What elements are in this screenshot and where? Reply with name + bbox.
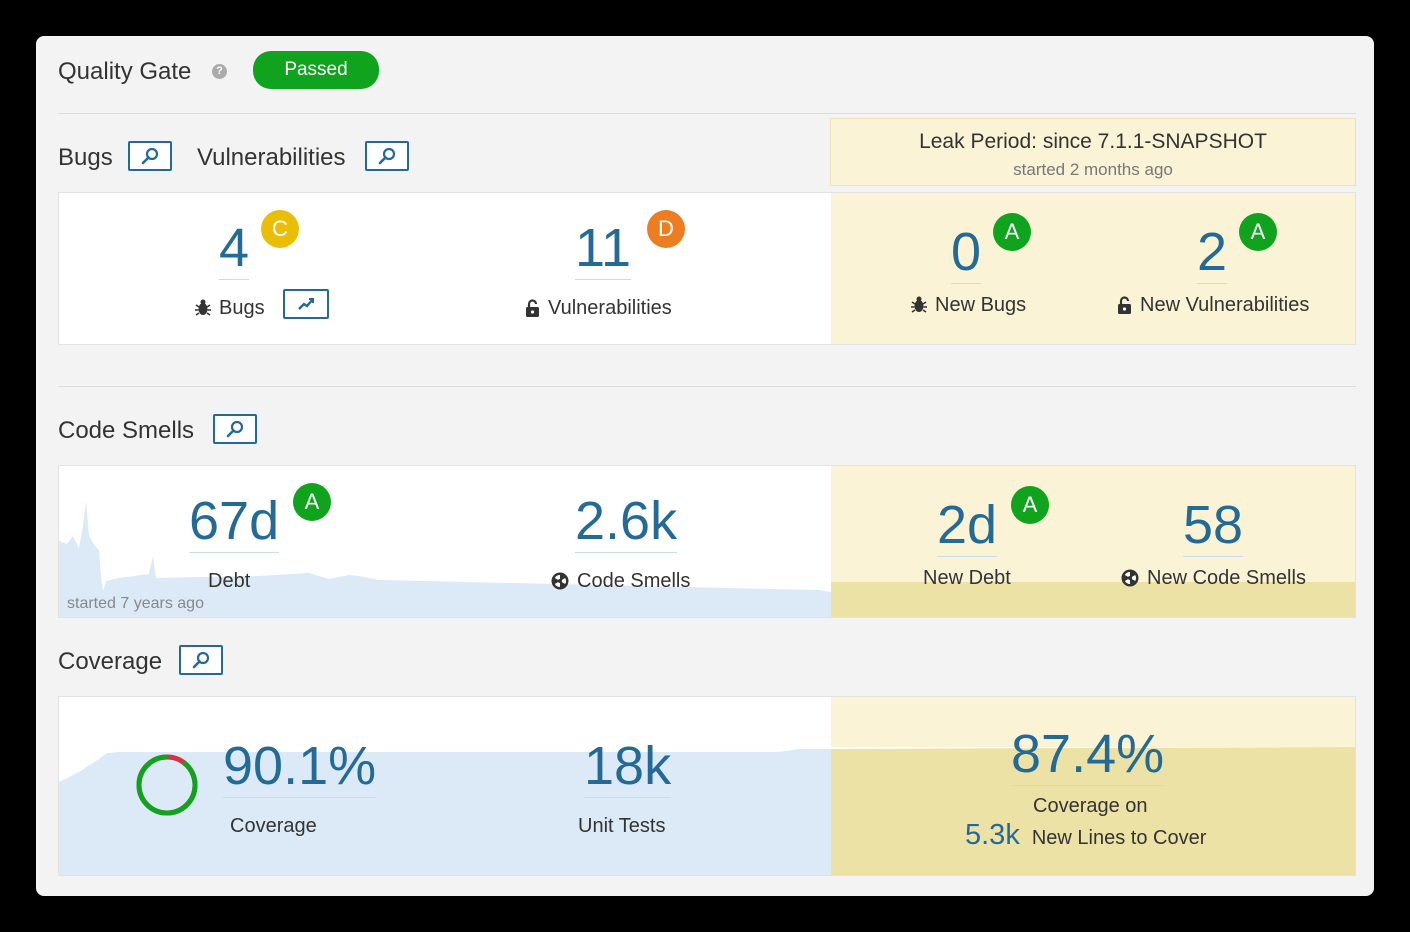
quality-gate-title: Quality Gate <box>58 58 192 85</box>
debt-value[interactable]: 67d <box>189 494 280 553</box>
covered-arc <box>136 754 198 816</box>
leak-period-subtitle: started 2 months ago <box>1013 160 1173 179</box>
new-code-smells-label: New Code Smells <box>1121 567 1306 590</box>
leak-period-title: Leak Period: since 7.1.1-SNAPSHOT <box>919 130 1267 153</box>
new-debt-label: New Debt <box>923 567 1011 589</box>
bugs-drilldown-button[interactable] <box>128 141 172 171</box>
bugs-label: Bugs <box>195 297 265 320</box>
code-smells-label: Code Smells <box>551 570 690 593</box>
new-vulnerabilities-rating-badge[interactable]: A <box>1239 213 1277 251</box>
divider <box>58 113 1356 114</box>
help-icon[interactable]: ? <box>212 64 227 79</box>
code-smells-card: started 7 years ago 67d A Debt 2.6k Code… <box>58 465 1356 618</box>
new-lines-to-cover: 5.3k New Lines to Cover <box>965 819 1206 852</box>
coverage-donut-chart <box>136 754 198 816</box>
drilldown-icon <box>226 420 244 438</box>
coverage-section-title: Coverage <box>58 648 163 675</box>
new-debt-value[interactable]: 2d <box>937 498 998 557</box>
drilldown-icon <box>378 147 396 165</box>
unlock-icon <box>1118 296 1131 314</box>
new-coverage-label: Coverage on <box>1033 795 1148 817</box>
radiation-icon <box>551 572 569 590</box>
coverage-card: 90.1% Coverage 18k Unit Tests 87.4% Cove… <box>58 696 1356 876</box>
leak-period-header: Leak Period: since 7.1.1-SNAPSHOT starte… <box>830 118 1356 186</box>
new-coverage-value[interactable]: 87.4% <box>1011 727 1165 786</box>
unlock-icon <box>526 299 539 317</box>
project-overview-panel: Quality Gate ? Passed Bugs Vulnerabiliti… <box>36 36 1374 896</box>
unit-tests-value[interactable]: 18k <box>584 739 672 798</box>
bug-icon <box>195 299 211 316</box>
bugs-vulnerabilities-card: 4 C Bugs 11 D Vulnerabilities 0 A New Bu… <box>58 192 1356 345</box>
new-lines-to-cover-value[interactable]: 5.3k <box>965 819 1020 852</box>
trend-chart-icon <box>298 298 314 310</box>
drilldown-icon <box>192 651 210 669</box>
bugs-value[interactable]: 4 <box>219 221 250 280</box>
bugs-section-title: Bugs <box>58 144 113 171</box>
new-bugs-value[interactable]: 0 <box>951 225 982 284</box>
bugs-history-button[interactable] <box>283 289 329 319</box>
coverage-value[interactable]: 90.1% <box>223 739 377 798</box>
vulnerabilities-drilldown-button[interactable] <box>365 141 409 171</box>
leak-period-area <box>831 193 1355 344</box>
debt-rating-badge[interactable]: A <box>293 483 331 521</box>
debt-label: Debt <box>208 570 251 592</box>
new-vulnerabilities-value[interactable]: 2 <box>1197 225 1228 284</box>
coverage-drilldown-button[interactable] <box>179 645 223 675</box>
bug-icon <box>911 296 927 313</box>
vulnerabilities-rating-badge[interactable]: D <box>647 210 685 248</box>
code-smells-drilldown-button[interactable] <box>213 414 257 444</box>
new-bugs-rating-badge[interactable]: A <box>993 213 1031 251</box>
vulnerabilities-section-title: Vulnerabilities <box>197 144 346 171</box>
vulnerabilities-value[interactable]: 11 <box>575 221 632 280</box>
drilldown-icon <box>141 147 159 165</box>
new-debt-rating-badge[interactable]: A <box>1011 486 1049 524</box>
code-smells-section-title: Code Smells <box>58 417 195 444</box>
divider <box>58 386 1356 387</box>
coverage-label: Coverage <box>230 815 317 837</box>
bugs-rating-badge[interactable]: C <box>261 210 299 248</box>
new-vulnerabilities-label: New Vulnerabilities <box>1117 294 1309 317</box>
unit-tests-label: Unit Tests <box>578 815 666 837</box>
debt-history-start-note: started 7 years ago <box>67 595 204 612</box>
new-code-smells-value[interactable]: 58 <box>1183 498 1244 557</box>
new-lines-to-cover-label: New Lines to Cover <box>1031 827 1207 849</box>
new-bugs-label: New Bugs <box>911 294 1026 317</box>
code-smells-value[interactable]: 2.6k <box>575 494 678 553</box>
radiation-icon <box>1121 569 1139 587</box>
quality-gate-status-badge: Passed <box>253 51 379 89</box>
vulnerabilities-label: Vulnerabilities <box>525 297 672 320</box>
